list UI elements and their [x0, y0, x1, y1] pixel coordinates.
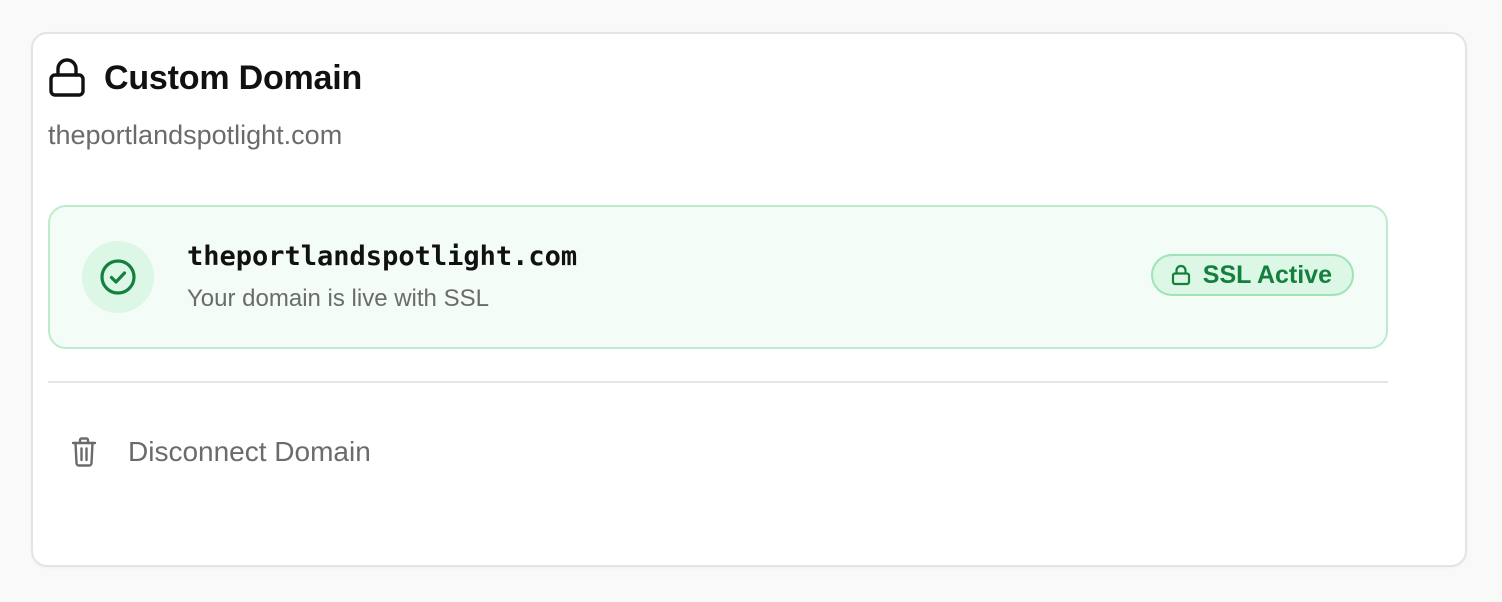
domain-subtitle: theportlandspotlight.com	[48, 120, 343, 150]
card-header: Custom Domain	[48, 58, 362, 98]
ssl-status-badge: SSL Active	[1150, 254, 1354, 296]
disconnect-domain-button[interactable]: Disconnect Domain	[70, 432, 371, 472]
page-title: Custom Domain	[104, 58, 363, 97]
connected-domain-name: theportlandspotlight.com	[187, 241, 578, 272]
check-circle-icon	[82, 241, 154, 313]
domain-status-panel: theportlandspotlight.com Your domain is …	[48, 205, 1388, 349]
lock-icon	[48, 58, 88, 98]
ssl-badge-label: SSL Active	[1202, 260, 1332, 289]
disconnect-domain-label: Disconnect Domain	[128, 436, 371, 467]
divider	[48, 381, 1388, 383]
status-message: Your domain is live with SSL	[187, 285, 489, 312]
trash-icon	[70, 436, 98, 468]
lock-icon	[1171, 264, 1193, 286]
